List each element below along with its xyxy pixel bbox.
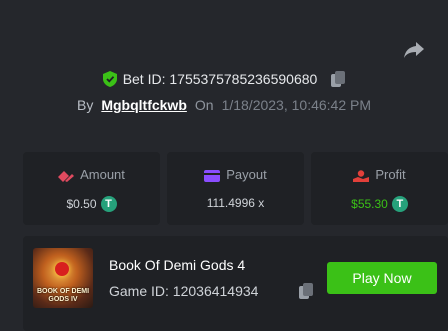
bet-timestamp: 1/18/2023, 10:46:42 PM xyxy=(221,97,372,113)
game-thumbnail[interactable]: BOOK OF DEMI GODS IV xyxy=(33,248,93,308)
thumbnail-caption: BOOK OF DEMI GODS IV xyxy=(36,288,90,303)
copy-game-id-icon[interactable] xyxy=(299,283,313,299)
tether-icon: T xyxy=(100,196,117,212)
amount-card: Amount $0.50 T xyxy=(23,152,160,225)
gem-icon xyxy=(55,262,69,276)
verified-shield-icon xyxy=(102,71,117,87)
share-icon[interactable] xyxy=(402,40,426,60)
profit-icon xyxy=(353,169,370,182)
payout-card: Payout 111.4996 x xyxy=(167,152,304,225)
game-id: Game ID: 12036414934 xyxy=(109,283,259,299)
on-label: On xyxy=(194,97,214,113)
copy-icon[interactable] xyxy=(331,71,346,87)
bet-id-row: Bet ID: 1755375785236590680 xyxy=(0,71,448,90)
amount-label: Amount xyxy=(80,167,125,182)
play-now-button[interactable]: Play Now xyxy=(327,262,437,294)
tether-icon: T xyxy=(391,196,408,212)
bet-byline: By Mgbqltfckwb On 1/18/2023, 10:46:42 PM xyxy=(0,97,448,113)
payout-label: Payout xyxy=(226,167,267,182)
profit-value: $55.30 xyxy=(351,197,388,211)
game-title: Book Of Demi Gods 4 xyxy=(109,257,246,273)
username-link[interactable]: Mgbqltfckwb xyxy=(101,97,187,113)
payout-value: 111.4996 x xyxy=(206,196,265,210)
amount-value: $0.50 xyxy=(66,197,97,211)
by-label: By xyxy=(76,97,94,113)
payout-card-icon xyxy=(204,169,221,182)
game-card: BOOK OF DEMI GODS IV Book Of Demi Gods 4… xyxy=(23,236,448,331)
profit-card: Profit $55.30 T xyxy=(311,152,448,225)
bet-id-text: Bet ID: 1755375785236590680 xyxy=(122,71,318,87)
bet-stats: Amount $0.50 T Payout 111.4996 x Profit xyxy=(23,152,448,225)
profit-label: Profit xyxy=(375,167,406,182)
bet-amount-icon xyxy=(58,170,75,182)
